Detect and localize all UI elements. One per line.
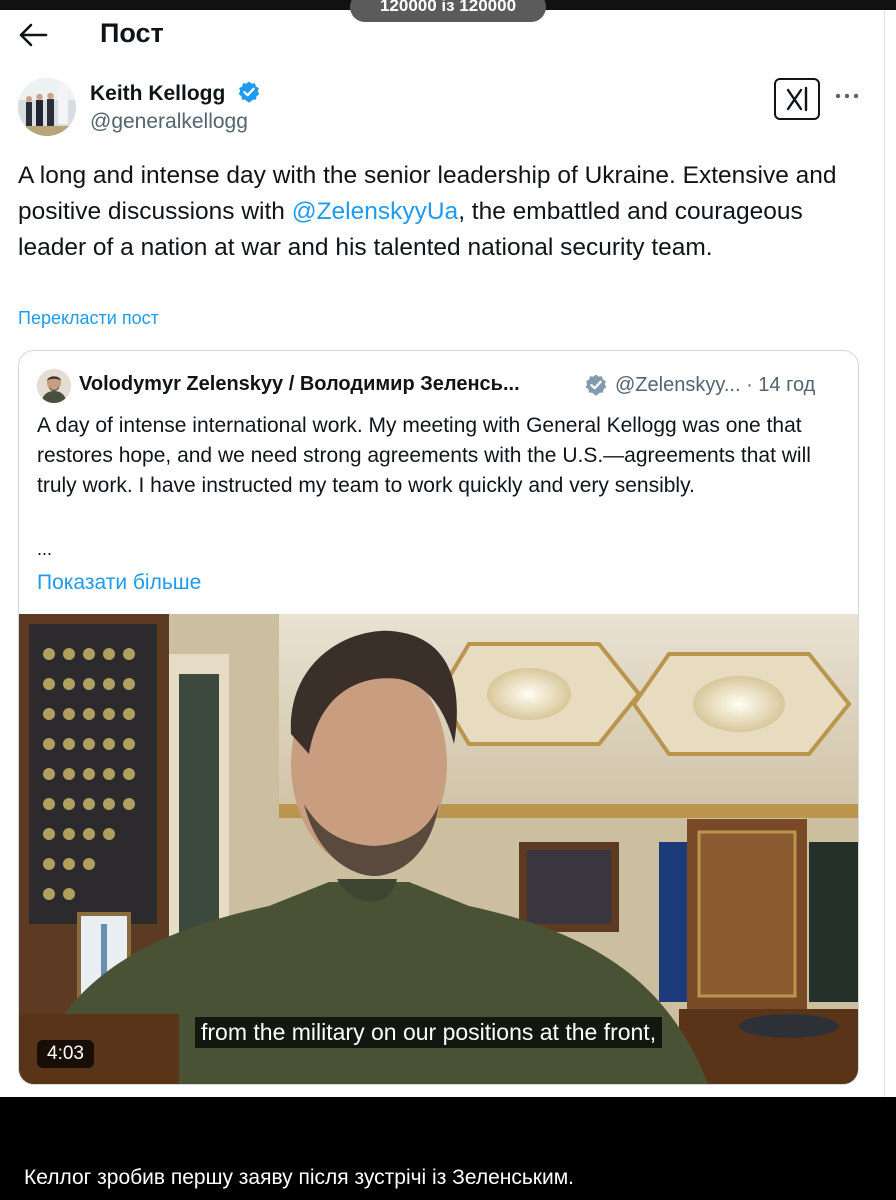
- page-title: Пост: [100, 18, 164, 48]
- quoted-ellipsis: ...: [37, 539, 53, 559]
- quoted-handle-time: @Zelenskyy... · 14 год: [615, 374, 816, 396]
- video-frame: [19, 614, 858, 1084]
- scroll-edge: [884, 10, 896, 1097]
- back-arrow-icon[interactable]: [18, 22, 48, 48]
- video-duration-badge: 4:03: [37, 1040, 94, 1068]
- video-subtitle: from the military on our positions at th…: [195, 1017, 663, 1048]
- quoted-author-avatar[interactable]: [37, 369, 71, 403]
- quoted-verified-badge-icon: [585, 374, 607, 396]
- author-handle[interactable]: @generalkellogg: [90, 110, 248, 134]
- more-icon[interactable]: [834, 86, 860, 106]
- post-text: A long and intense day with the senior l…: [18, 158, 868, 266]
- post-page: Пост Keith Kellogg @generalkellogg A lon…: [0, 10, 884, 1097]
- quoted-author-name[interactable]: Volodymyr Zelenskyy / Володимир Зеленсь.…: [79, 373, 579, 396]
- avatar[interactable]: [18, 78, 76, 136]
- quoted-post-card[interactable]: Volodymyr Zelenskyy / Володимир Зеленсь.…: [18, 350, 859, 1085]
- grok-icon: [786, 86, 808, 112]
- author-name-text[interactable]: Keith Kellogg: [90, 82, 225, 105]
- author-name[interactable]: Keith Kellogg: [90, 80, 261, 106]
- image-counter-badge: 120000 із 120000: [350, 0, 546, 22]
- mention-link[interactable]: @ZelenskyyUa: [292, 198, 458, 225]
- quoted-post-text: A day of intense international work. My …: [37, 414, 811, 497]
- grok-button[interactable]: [774, 78, 820, 120]
- verified-badge-icon: [238, 81, 260, 103]
- image-caption: Келлог зробив першу заяву після зустрічі…: [24, 1166, 574, 1189]
- video-player[interactable]: from the military on our positions at th…: [19, 614, 858, 1084]
- translate-post-link[interactable]: Перекласти пост: [18, 308, 159, 329]
- show-more-link[interactable]: Показати більше: [37, 571, 201, 595]
